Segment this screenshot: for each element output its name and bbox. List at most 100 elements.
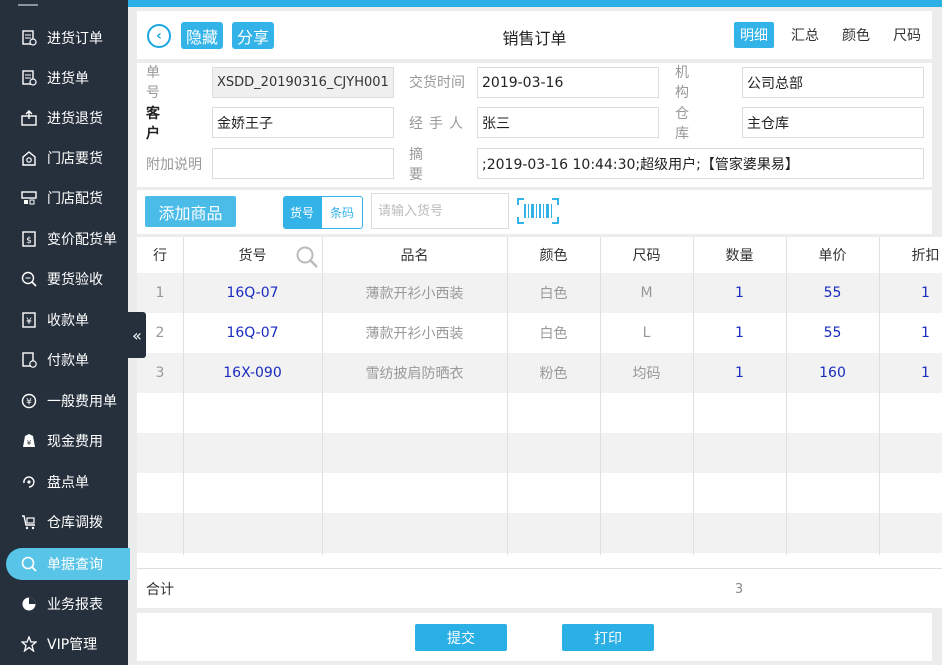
- svg-text:¥: ¥: [26, 398, 32, 408]
- cell-discount[interactable]: 1: [879, 273, 942, 313]
- cell-discount[interactable]: 1: [879, 353, 942, 393]
- note-field[interactable]: [212, 148, 394, 179]
- total-qty: 3: [734, 581, 744, 597]
- print-button[interactable]: 打印: [562, 624, 654, 651]
- tab-color[interactable]: 颜色: [836, 22, 876, 48]
- purchase-icon: [20, 69, 38, 87]
- store-distribution-icon: [20, 189, 38, 207]
- sidebar-collapse-icon[interactable]: «: [128, 312, 146, 358]
- sidebar-item-vip[interactable]: VIP管理: [0, 624, 128, 664]
- table-total-row: 合计 3: [137, 568, 942, 608]
- mode-barcode-toggle[interactable]: 条码: [321, 196, 363, 229]
- action-footer: 提交 打印: [137, 613, 932, 661]
- sidebar-item-label: 进货退货: [47, 111, 103, 127]
- sidebar-item-label: 门店要货: [47, 151, 103, 167]
- total-label: 合计: [146, 582, 174, 598]
- barcode-scan-icon[interactable]: [517, 198, 559, 224]
- sidebar-item-receipt[interactable]: ¥ 收款单: [0, 300, 128, 340]
- page-header: ‹ 隐藏 分享 销售订单 明细 汇总 颜色 尺码: [137, 11, 932, 59]
- col-header-line: 行: [153, 248, 167, 264]
- sidebar-item-warehouse-transfer[interactable]: 仓库调拨: [0, 502, 128, 542]
- receipt-icon: ¥: [20, 311, 38, 329]
- sidebar-item-payment[interactable]: 付款单: [0, 340, 128, 380]
- col-header-discount: 折扣: [911, 248, 940, 264]
- sidebar-item-label: 变价配货单: [47, 232, 117, 248]
- cell-price[interactable]: 55: [786, 273, 879, 313]
- cell-size: L: [642, 325, 651, 341]
- cell-qty[interactable]: 1: [693, 353, 786, 393]
- sidebar-item-store-distribution[interactable]: 门店配货: [0, 178, 128, 218]
- tab-detail[interactable]: 明细: [734, 22, 774, 48]
- add-product-button[interactable]: 添加商品: [145, 196, 236, 227]
- sidebar-item-label: 要货验收: [47, 272, 103, 288]
- cell-line: 1: [155, 285, 165, 301]
- sidebar-item-store-request[interactable]: 门店要货: [0, 138, 128, 178]
- sidebar-item-purchase[interactable]: 进货单: [0, 58, 128, 98]
- svg-text:$: $: [26, 236, 32, 246]
- order-no-label: 单号: [146, 65, 182, 101]
- cell-discount[interactable]: 1: [879, 313, 942, 353]
- cell-code[interactable]: 16X-090: [183, 353, 322, 393]
- table-row-empty: [137, 513, 942, 553]
- store-request-icon: [20, 149, 38, 167]
- item-code-input[interactable]: [371, 193, 509, 229]
- sidebar-item-expense[interactable]: ¥ 一般费用单: [0, 381, 128, 421]
- cell-price[interactable]: 55: [786, 313, 879, 353]
- sidebar-item-label: VIP管理: [47, 637, 98, 653]
- vip-icon: [20, 635, 38, 653]
- cell-price[interactable]: 160: [786, 353, 879, 393]
- report-icon: [20, 595, 38, 613]
- warehouse-transfer-icon: [20, 513, 38, 531]
- note-label: 附加说明: [146, 157, 202, 173]
- inventory-count-icon: [20, 473, 38, 491]
- submit-button[interactable]: 提交: [415, 624, 507, 651]
- org-field[interactable]: 公司总部: [742, 67, 924, 98]
- order-form: 单号 XSDD_20190316_CJYH001 交货时间 2019-03-16…: [137, 63, 932, 187]
- cell-code[interactable]: 16Q-07: [183, 313, 322, 353]
- payment-icon: [20, 351, 38, 369]
- table-row-empty: [137, 393, 942, 433]
- warehouse-field[interactable]: 主仓库: [742, 107, 924, 138]
- hide-button[interactable]: 隐藏: [181, 22, 223, 49]
- delivery-time-field[interactable]: 2019-03-16: [477, 67, 659, 98]
- back-icon[interactable]: ‹: [147, 24, 171, 48]
- cell-code[interactable]: 16Q-07: [183, 273, 322, 313]
- cash-expense-icon: ¥: [20, 432, 38, 450]
- col-header-color: 颜色: [539, 248, 568, 264]
- sidebar-item-label: 一般费用单: [47, 394, 117, 410]
- sidebar-item-label: 单据查询: [47, 557, 103, 573]
- summary-field[interactable]: ;2019-03-16 10:44:30;超级用户;【管家婆果易】: [477, 148, 924, 179]
- sidebar-item-label: 现金费用: [47, 434, 103, 450]
- tab-size[interactable]: 尺码: [887, 22, 927, 48]
- col-header-size: 尺码: [632, 248, 661, 264]
- cell-name: 雪纺披肩防晒衣: [365, 366, 464, 382]
- order-no-field: XSDD_20190316_CJYH001: [212, 67, 394, 98]
- cell-qty[interactable]: 1: [693, 313, 786, 353]
- price-change-icon: $: [20, 230, 38, 248]
- handler-field[interactable]: 张三: [477, 107, 659, 138]
- customer-label: 客户: [146, 106, 182, 142]
- mode-item-code-toggle[interactable]: 货号: [283, 196, 321, 229]
- search-icon[interactable]: [295, 245, 319, 269]
- customer-field[interactable]: 金娇王子: [212, 107, 394, 138]
- cell-size: M: [640, 285, 653, 301]
- sidebar-item-price-change[interactable]: $ 变价配货单: [0, 219, 128, 259]
- col-header-price: 单价: [818, 248, 847, 264]
- share-button[interactable]: 分享: [232, 22, 274, 49]
- sidebar-item-report[interactable]: 业务报表: [0, 584, 128, 624]
- sidebar-item-cash-expense[interactable]: ¥ 现金费用: [0, 421, 128, 461]
- summary-label: 摘要: [409, 147, 445, 183]
- col-header-qty: 数量: [725, 248, 754, 264]
- org-label: 机构: [675, 65, 711, 101]
- sidebar-item-label: 进货单: [47, 71, 89, 87]
- sidebar-item-inventory-count[interactable]: 盘点单: [0, 462, 128, 502]
- sidebar-item-document-search[interactable]: 单据查询: [6, 548, 130, 580]
- sidebar-item-purchase-return[interactable]: 进货退货: [0, 98, 128, 138]
- order-items-table: 行 货号 品名 颜色 尺码 数量 单价 折扣 1 16Q-07 薄款开衫小西装 …: [137, 237, 942, 608]
- cell-qty[interactable]: 1: [693, 273, 786, 313]
- sidebar-item-request-check[interactable]: 要货验收: [0, 259, 128, 299]
- cell-name: 薄款开衫小西装: [365, 286, 464, 302]
- sidebar-item-purchase-order[interactable]: 进货订单: [0, 18, 128, 58]
- cell-size: 均码: [632, 366, 661, 382]
- tab-summary[interactable]: 汇总: [785, 22, 825, 48]
